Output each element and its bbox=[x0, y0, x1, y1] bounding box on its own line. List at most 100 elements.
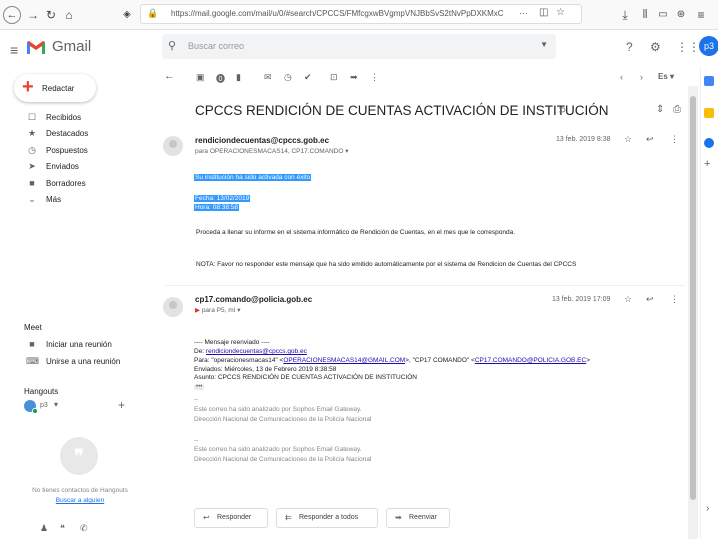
sidebar-item-inbox[interactable]: ☐ Recibidos bbox=[0, 110, 150, 126]
move-to-icon[interactable]: ⊡ bbox=[330, 72, 338, 83]
sidebar-item-drafts[interactable]: ■ Borradores bbox=[0, 176, 150, 192]
input-language-selector[interactable]: Es ▾ bbox=[658, 72, 674, 81]
search-options-icon[interactable]: ▼ bbox=[540, 40, 548, 49]
url-bar[interactable]: 🔒 https://mail.google.com/mail/u/0/#sear… bbox=[140, 4, 582, 24]
forward-header: ---- Mensaje reenviado ---- bbox=[194, 339, 270, 346]
nota-line: NOTA: Favor no responder este mensaje qu… bbox=[196, 261, 577, 268]
sidebar-item-sent[interactable]: ➤ Enviados bbox=[0, 159, 150, 175]
library-icon[interactable]: ⫼ bbox=[636, 6, 654, 24]
to-end: > bbox=[586, 357, 590, 364]
sidebar-item-label: Enviados bbox=[46, 162, 79, 171]
sidebar-item-label: Pospuestos bbox=[46, 146, 88, 155]
sidebar-icon[interactable]: ▭ bbox=[654, 6, 672, 24]
reply-all-button[interactable]: ⇇ Responder a todos bbox=[276, 508, 378, 528]
search-bar[interactable]: ⚲ Buscar correo ▼ bbox=[162, 34, 556, 59]
search-icon[interactable]: ⚲ bbox=[168, 39, 176, 52]
expand-all-icon[interactable]: ⇕ bbox=[656, 104, 664, 115]
print-icon[interactable]: ⎙ bbox=[673, 104, 681, 115]
calendar-icon[interactable] bbox=[704, 76, 714, 86]
main-menu-icon[interactable]: ≡ bbox=[10, 42, 18, 58]
reply-all-button-label: Responder a todos bbox=[299, 514, 359, 521]
gmail-logo-icon[interactable] bbox=[26, 38, 46, 56]
apps-grid-icon[interactable]: ⋮⋮ bbox=[676, 40, 700, 54]
message-sender[interactable]: cp17.comando@policia.gob.ec bbox=[195, 295, 312, 304]
forward-icon[interactable]: → bbox=[24, 6, 42, 24]
delete-icon[interactable]: ▮ bbox=[236, 72, 241, 83]
phone-icon[interactable]: ✆ bbox=[80, 523, 88, 534]
compose-button[interactable]: + Redactar bbox=[14, 74, 96, 102]
reply-icon[interactable]: ↩ bbox=[646, 134, 654, 145]
scrollbar-thumb[interactable] bbox=[690, 96, 696, 500]
home-icon[interactable]: ⌂ bbox=[60, 6, 78, 24]
chevron-down-icon: ⌄ bbox=[28, 194, 36, 204]
show-trimmed-content-button[interactable]: ••• bbox=[194, 384, 205, 390]
hangouts-tabs: ♟ ❝ ✆ bbox=[40, 523, 120, 537]
find-someone-link[interactable]: Buscar a alguien bbox=[0, 497, 160, 504]
prev-icon[interactable]: ‹ bbox=[620, 72, 623, 82]
message-sender[interactable]: rendiciondecuentas@cpccs.gob.ec bbox=[195, 136, 329, 145]
add-contact-icon[interactable]: + bbox=[118, 398, 125, 412]
star-icon: ★ bbox=[27, 128, 37, 138]
star-icon[interactable]: ☆ bbox=[624, 134, 632, 145]
from-email-link[interactable]: rendiciondecuentas@cpccs.gob.ec bbox=[206, 348, 307, 355]
report-spam-icon[interactable]: ⓿ bbox=[216, 72, 225, 85]
tasks-icon[interactable] bbox=[704, 138, 714, 148]
inbox-icon: ☐ bbox=[27, 112, 37, 122]
plus-icon: + bbox=[22, 76, 34, 98]
to-email-link-2[interactable]: CP17.COMANDO@POLICIA.GOB.EC bbox=[475, 357, 586, 364]
gmail-wordmark[interactable]: Gmail bbox=[52, 38, 91, 55]
person-icon[interactable]: ♟ bbox=[40, 523, 48, 534]
mark-unread-icon[interactable]: ✉ bbox=[264, 72, 272, 83]
archive-icon[interactable]: ▣ bbox=[196, 72, 205, 83]
bookmark-star-icon[interactable]: ☆ bbox=[556, 7, 565, 18]
chevron-down-icon[interactable]: ▾ bbox=[54, 400, 58, 409]
reply-icon: ↩ bbox=[203, 513, 210, 522]
star-icon[interactable]: ☆ bbox=[624, 294, 632, 305]
help-icon[interactable]: ? bbox=[626, 40, 633, 54]
label-tag-icon[interactable]: ⊃ bbox=[558, 105, 566, 116]
browser-menu-icon[interactable]: ≡ bbox=[692, 6, 710, 24]
page-actions-icon[interactable]: ··· bbox=[519, 8, 528, 18]
hangouts-user-name: p3 bbox=[40, 402, 48, 409]
message-date: 13 feb. 2019 17:09 bbox=[552, 296, 611, 303]
hora-line: Hora: 08:38:58 bbox=[194, 204, 240, 211]
forward-button-label: Reenviar bbox=[409, 514, 438, 521]
message-recipients[interactable]: para OPERACIONESMACAS14, CP17.COMANDO ▾ bbox=[195, 147, 349, 155]
sophos-line: Este correo ha sido analizado por Sophos… bbox=[194, 446, 362, 453]
addon-icon[interactable]: ⊛ bbox=[672, 6, 690, 24]
add-task-icon[interactable]: ✔ bbox=[304, 72, 312, 83]
search-input[interactable]: Buscar correo bbox=[188, 41, 244, 51]
chat-bubble-icon[interactable]: ❝ bbox=[60, 523, 65, 534]
settings-gear-icon[interactable]: ⚙ bbox=[650, 40, 661, 54]
snooze-icon[interactable]: ◷ bbox=[284, 72, 292, 83]
meet-start-meeting[interactable]: ■ Iniciar una reunión bbox=[0, 337, 150, 353]
next-icon[interactable]: › bbox=[640, 72, 643, 82]
sidebar-item-more[interactable]: ⌄ Más bbox=[0, 192, 150, 208]
get-addons-icon[interactable]: + bbox=[704, 158, 710, 170]
meet-join-meeting[interactable]: ⌨ Unirse a una reunión bbox=[0, 354, 150, 370]
meet-item-label: Iniciar una reunión bbox=[46, 340, 112, 349]
pocket-icon[interactable]: ◫ bbox=[539, 7, 548, 18]
hangouts-user[interactable]: p3 ▾ + bbox=[24, 398, 154, 414]
back-icon[interactable]: ← bbox=[3, 6, 21, 24]
more-vert-icon[interactable]: ⋮ bbox=[670, 134, 679, 145]
recipients-text: para OPERACIONESMACAS14, CP17.COMANDO bbox=[195, 148, 344, 155]
to-email-link-1[interactable]: OPERACIONESMACAS14@GMAIL.COM bbox=[283, 357, 405, 364]
more-vert-icon[interactable]: ⋮ bbox=[670, 294, 679, 305]
sidebar-item-starred[interactable]: ★ Destacados bbox=[0, 126, 150, 142]
sidebar-item-snoozed[interactable]: ◷ Pospuestos bbox=[0, 143, 150, 159]
forward-button[interactable]: ➡ Reenviar bbox=[386, 508, 450, 528]
reload-icon[interactable]: ↻ bbox=[42, 6, 60, 24]
back-arrow-icon[interactable]: ← bbox=[164, 70, 175, 82]
subject-line: Asunto: CPCCS RENDICIÓN DE CUENTAS ACTIV… bbox=[194, 374, 417, 381]
reply-icon[interactable]: ↩ bbox=[646, 294, 654, 305]
message-recipients[interactable]: ▶ para P5, mí ▾ bbox=[195, 306, 241, 314]
label-icon[interactable]: ➡ bbox=[350, 72, 358, 83]
reply-button[interactable]: ↩ Responder bbox=[194, 508, 268, 528]
account-avatar[interactable]: p3 bbox=[699, 36, 718, 56]
keep-icon[interactable] bbox=[704, 108, 714, 118]
more-options-icon[interactable]: ⋮ bbox=[370, 72, 379, 83]
download-icon[interactable]: ⤓ bbox=[616, 6, 634, 24]
sidebar-item-label: Recibidos bbox=[46, 113, 82, 122]
expand-panel-icon[interactable]: › bbox=[706, 503, 709, 514]
